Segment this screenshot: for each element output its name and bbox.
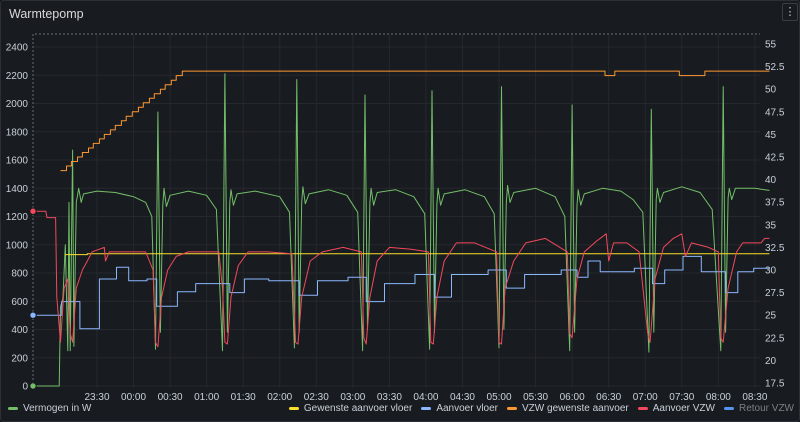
y-right-tick-label: 22.5 bbox=[765, 333, 785, 344]
x-tick-label: 04:00 bbox=[413, 392, 438, 403]
y-right-tick-label: 20 bbox=[765, 356, 777, 367]
legend-label: Aanvoer VZW bbox=[652, 403, 715, 414]
x-tick-label: 06:00 bbox=[560, 392, 585, 403]
x-tick-label: 06:30 bbox=[596, 392, 621, 403]
x-tick-label: 00:30 bbox=[158, 392, 183, 403]
y-left-tick-label: 2000 bbox=[6, 99, 29, 110]
y-right-tick-label: 47.5 bbox=[765, 107, 785, 118]
legend-color-swatch bbox=[723, 407, 734, 410]
legend-label: Gewenste aanvoer vloer bbox=[303, 403, 413, 414]
y-right-tick-label: 32.5 bbox=[765, 243, 785, 254]
y-right-tick-label: 40 bbox=[765, 175, 777, 186]
legend-right: Gewenste aanvoer vloer Aanvoer vloer VZW g… bbox=[280, 403, 794, 414]
x-tick-label: 02:30 bbox=[304, 392, 329, 403]
y-left-tick-label: 1000 bbox=[6, 240, 29, 251]
x-tick-label: 05:00 bbox=[487, 392, 512, 403]
x-tick-label: 07:30 bbox=[669, 392, 694, 403]
x-tick-label: 03:00 bbox=[340, 392, 365, 403]
legend-item[interactable]: Vermogen in W bbox=[8, 403, 91, 414]
series-start-marker bbox=[29, 382, 37, 390]
y-right-tick-label: 45 bbox=[765, 130, 777, 141]
x-tick-label: 05:30 bbox=[523, 392, 548, 403]
y-right-tick-label: 27.5 bbox=[765, 288, 785, 299]
legend-label: Aanvoer vloer bbox=[436, 403, 499, 414]
legend-label: Vermogen in W bbox=[23, 403, 92, 414]
legend-item[interactable]: Gewenste aanvoer vloer bbox=[288, 403, 413, 414]
y-left-tick-label: 1200 bbox=[6, 212, 29, 223]
legend-color-swatch bbox=[421, 407, 432, 410]
y-left-tick-label: 1800 bbox=[6, 127, 29, 138]
series-line-vermogen-in-w bbox=[33, 73, 770, 387]
legend-color-swatch bbox=[507, 407, 518, 410]
y-left-tick-label: 2200 bbox=[6, 71, 29, 82]
x-tick-label: 08:30 bbox=[742, 392, 767, 403]
legend-item[interactable]: Aanvoer VZW bbox=[637, 403, 715, 414]
time-series-chart[interactable]: 0 200 400 600 800 1000 1200 1400 1600 1800 2000 220… bbox=[0, 0, 800, 422]
y-right-tick-label: 35 bbox=[765, 220, 777, 231]
series-start-marker bbox=[29, 311, 37, 319]
legend-color-swatch bbox=[288, 407, 299, 410]
y-right-tick-label: 55 bbox=[765, 40, 777, 51]
y-left-tick-label: 2400 bbox=[6, 43, 29, 54]
x-tick-label: 07:00 bbox=[633, 392, 658, 403]
legend-left: Vermogen in W bbox=[0, 403, 91, 414]
y-left-tick-label: 1400 bbox=[6, 184, 29, 195]
x-tick-label: 02:00 bbox=[267, 392, 292, 403]
series-start-marker bbox=[29, 207, 37, 215]
y-left-tick-label: 400 bbox=[11, 325, 28, 336]
x-tick-label: 08:00 bbox=[706, 392, 731, 403]
legend-item[interactable]: Aanvoer vloer bbox=[421, 403, 498, 414]
series-line-gewenste-aanvoer-vloer bbox=[65, 253, 770, 256]
legend-color-swatch bbox=[8, 407, 18, 410]
x-tick-label: 00:00 bbox=[121, 392, 146, 403]
y-right-tick-label: 42.5 bbox=[765, 153, 785, 164]
y-left-tick-label: 800 bbox=[11, 269, 28, 280]
y-right-tick-label: 37.5 bbox=[765, 198, 785, 209]
y-left-tick-label: 1600 bbox=[6, 156, 29, 167]
legend-color-swatch bbox=[637, 407, 648, 410]
y-right-tick-label: 17.5 bbox=[765, 379, 785, 390]
y-right-tick-label: 25 bbox=[765, 311, 777, 322]
x-tick-label: 03:30 bbox=[377, 392, 402, 403]
legend-item[interactable]: Retour VZW bbox=[723, 403, 794, 414]
y-right-tick-label: 50 bbox=[765, 85, 777, 96]
y-left-tick-label: 600 bbox=[11, 297, 28, 308]
series-line-aanvoer-vloer bbox=[33, 255, 770, 330]
y-left-tick-label: 200 bbox=[11, 353, 28, 364]
legend-item[interactable]: VZW gewenste aanvoer bbox=[507, 403, 629, 414]
x-tick-label: 23:30 bbox=[84, 392, 109, 403]
y-right-tick-label: 30 bbox=[765, 266, 777, 277]
x-tick-label: 01:00 bbox=[194, 392, 219, 403]
legend-label: Retour VZW bbox=[738, 403, 794, 414]
legend-label: VZW gewenste aanvoer bbox=[522, 403, 629, 414]
series-line-aanvoer-vzw bbox=[33, 210, 770, 348]
y-left-tick-label: 0 bbox=[22, 382, 28, 393]
x-tick-label: 01:30 bbox=[231, 392, 256, 403]
x-tick-label: 04:30 bbox=[450, 392, 475, 403]
series-line-vzw-gewenste-aanvoer bbox=[60, 70, 770, 172]
